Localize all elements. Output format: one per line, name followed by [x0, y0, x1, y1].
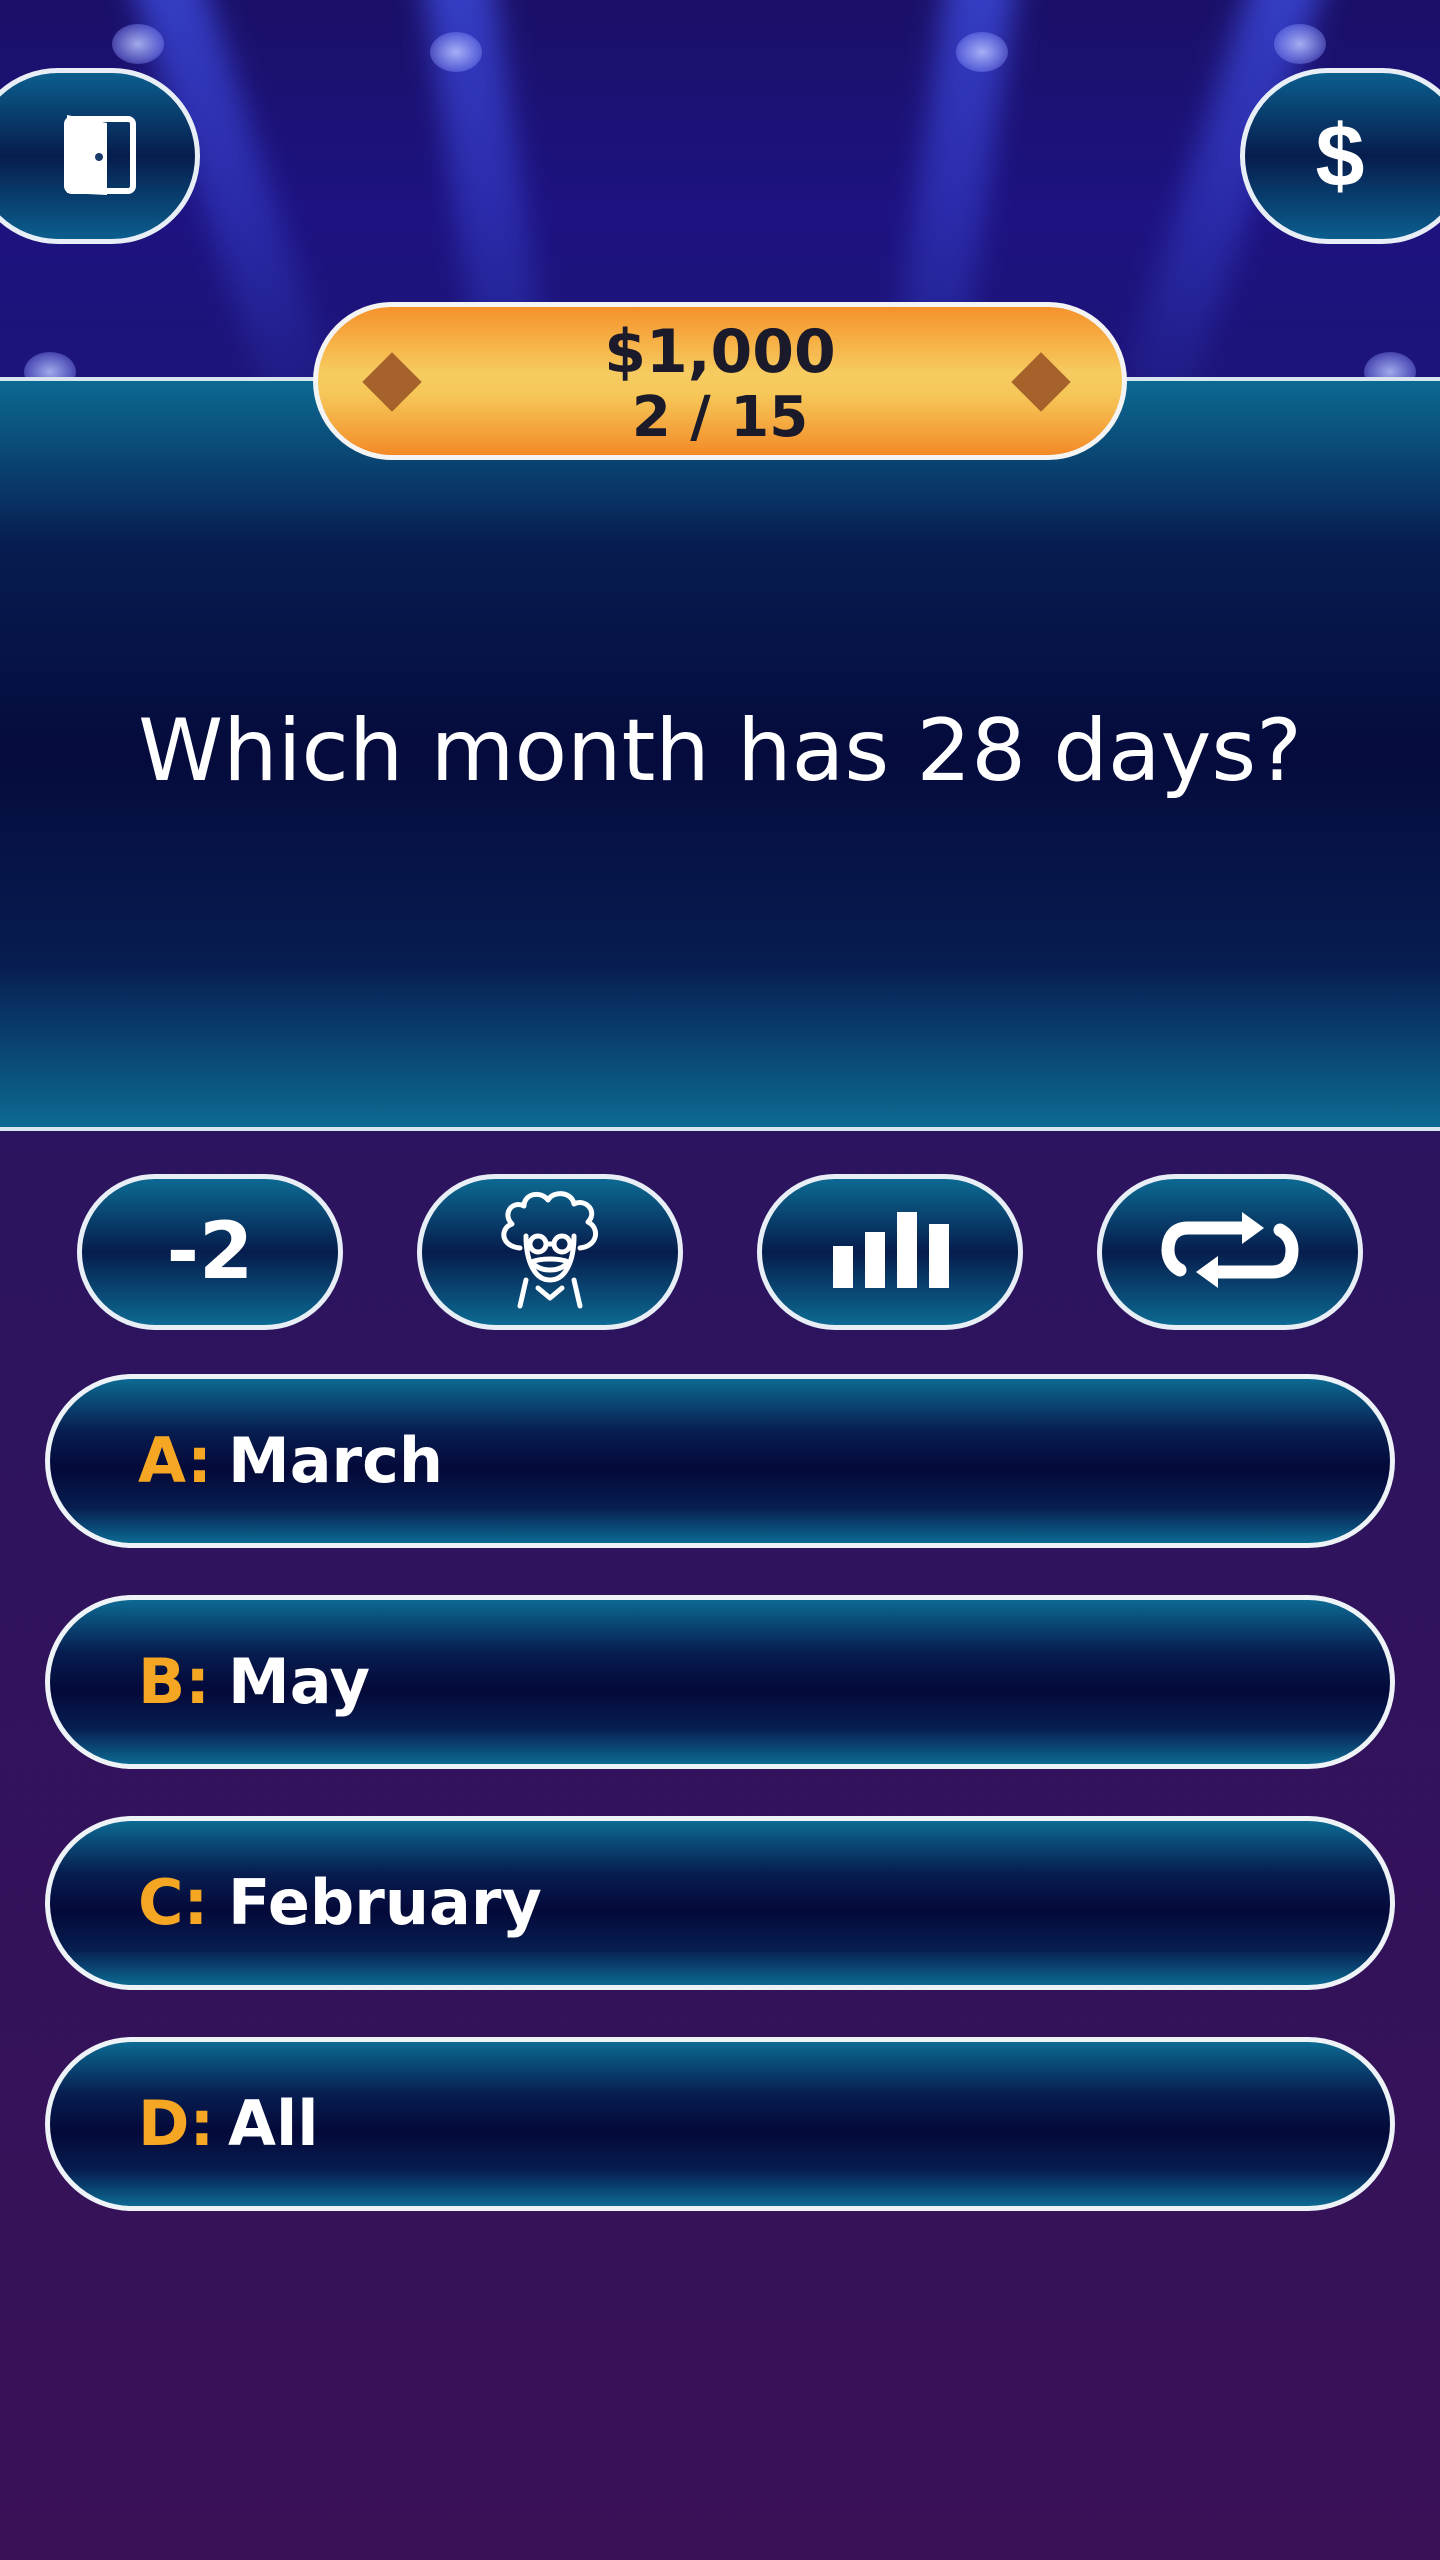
- answer-a-button[interactable]: A: March: [45, 1374, 1395, 1548]
- lifeline-fifty-fifty-button[interactable]: -2: [77, 1174, 343, 1330]
- question-panel: Which month has 28 days?: [0, 377, 1440, 1131]
- answer-letter: C:: [138, 1866, 209, 1939]
- lifeline-fifty-fifty-label: -2: [166, 1207, 254, 1297]
- answer-text: February: [228, 1866, 542, 1939]
- question-progress: 2 / 15: [631, 385, 809, 450]
- exit-door-icon: [61, 111, 139, 202]
- question-text: Which month has 28 days?: [138, 701, 1302, 801]
- bank-button[interactable]: $: [1240, 68, 1440, 244]
- prize-amount: $1,000: [604, 317, 836, 387]
- bar-chart-icon: [825, 1210, 955, 1295]
- answer-d-button[interactable]: D: All: [45, 2037, 1395, 2211]
- prize-indicator: $1,000 2 / 15: [313, 302, 1127, 460]
- exit-button[interactable]: [0, 68, 200, 244]
- answer-b-button[interactable]: B: May: [45, 1595, 1395, 1769]
- answer-letter: A:: [138, 1424, 212, 1497]
- lifeline-ask-expert-button[interactable]: [417, 1174, 683, 1330]
- spotlight-bulb: [956, 32, 1008, 72]
- scientist-icon: [490, 1188, 610, 1317]
- spotlight-bulb: [430, 32, 482, 72]
- spotlight-bulb: [1274, 24, 1326, 64]
- lifeline-audience-poll-button[interactable]: [757, 1174, 1023, 1330]
- answer-letter: D:: [138, 2087, 215, 2160]
- answer-text: March: [228, 1424, 444, 1497]
- answer-c-button[interactable]: C: February: [45, 1816, 1395, 1990]
- spotlight-bulb: [24, 352, 76, 378]
- spotlight-bulb: [1364, 352, 1416, 378]
- answer-text: May: [228, 1645, 371, 1718]
- dollar-icon: $: [1315, 106, 1365, 205]
- answer-text: All: [228, 2087, 319, 2160]
- lifeline-swap-question-button[interactable]: [1097, 1174, 1363, 1330]
- answer-letter: B:: [138, 1645, 211, 1718]
- spotlight-bulb: [112, 24, 164, 64]
- swap-arrows-icon: [1160, 1210, 1300, 1295]
